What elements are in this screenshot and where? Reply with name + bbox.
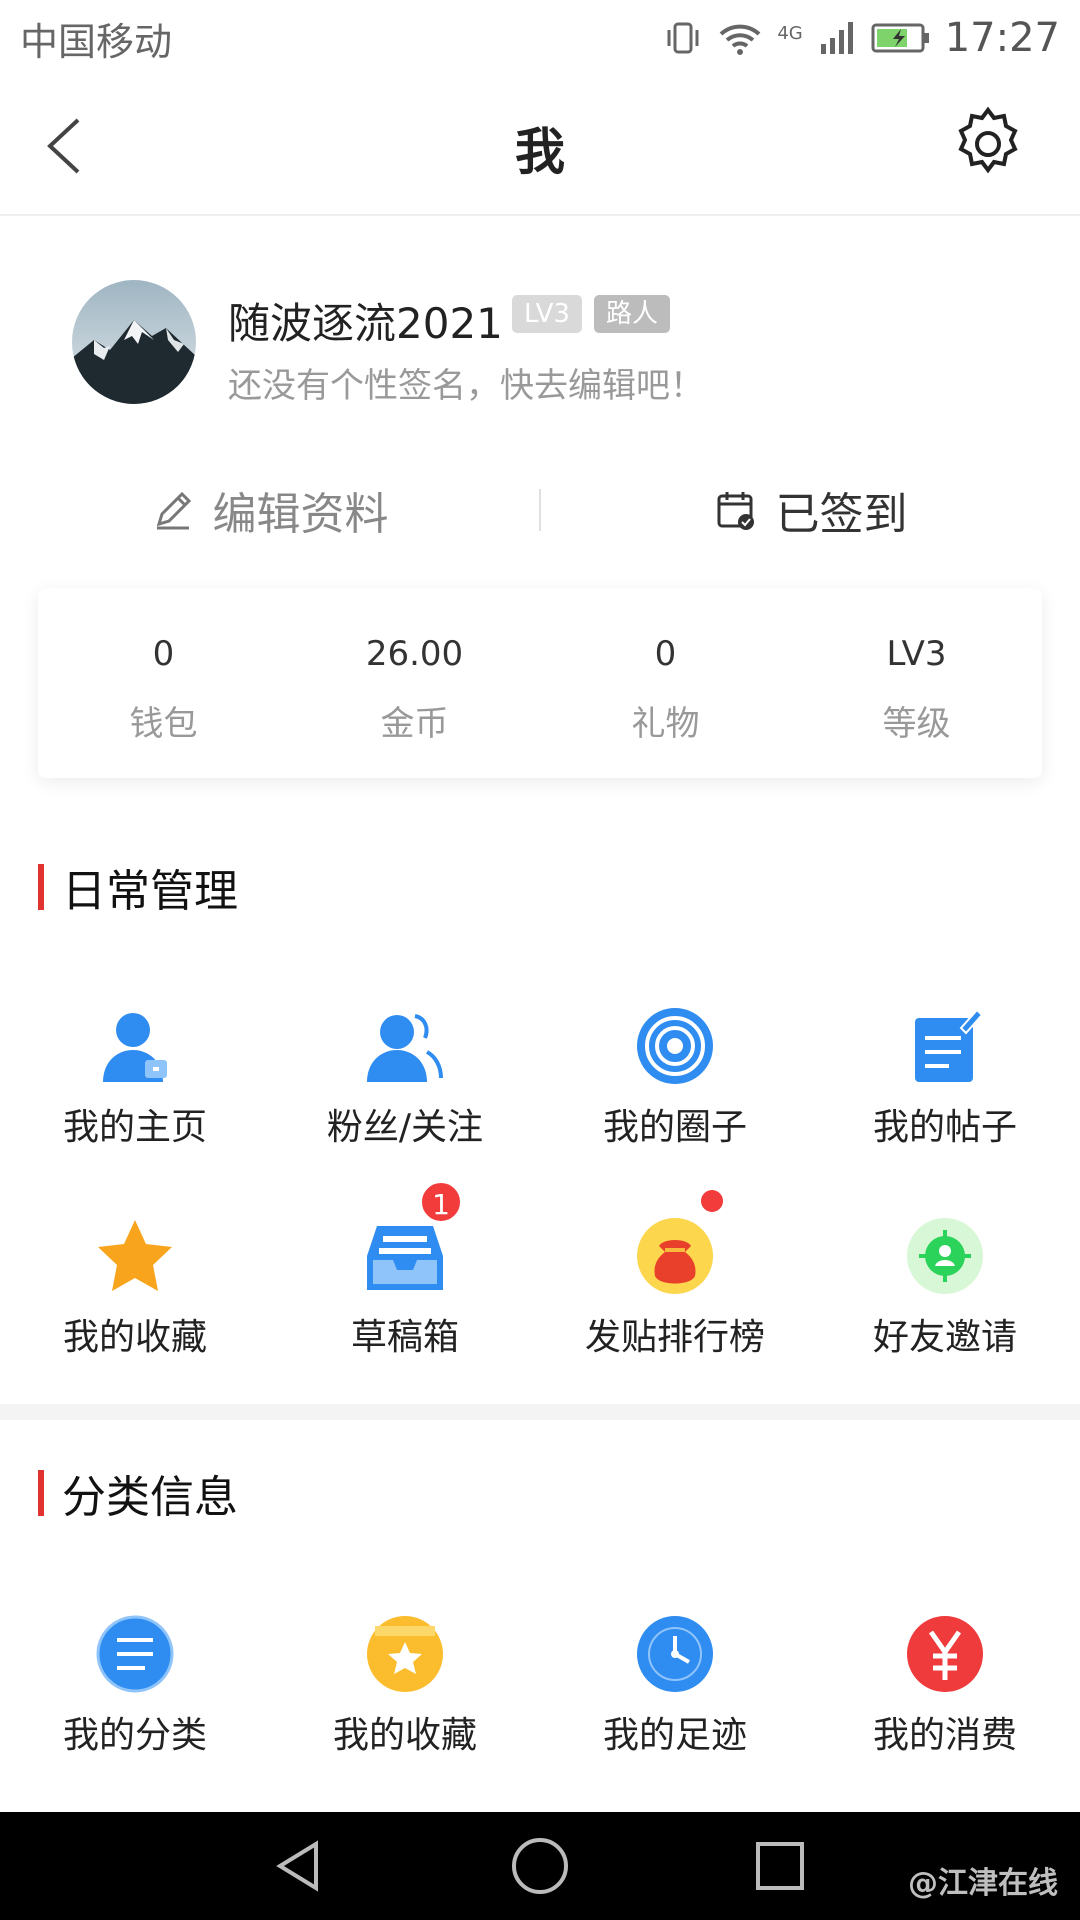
drafts-count-badge: 1: [419, 1180, 463, 1224]
user-home-icon: [103, 1013, 167, 1082]
list-icon: [96, 1615, 174, 1693]
grid-item-my-circles[interactable]: 我的圈子: [540, 1006, 810, 1216]
stat-gifts[interactable]: 0 礼物: [540, 588, 791, 778]
stat-value: 0: [654, 634, 677, 674]
grid-item-label: 我的足迹: [602, 1715, 747, 1756]
stat-level[interactable]: LV3 等级: [791, 588, 1042, 778]
nav-home-icon[interactable]: [510, 1836, 570, 1896]
grid-item-label: 草稿箱: [350, 1317, 459, 1358]
username: 随波逐流2021: [228, 299, 503, 348]
grid-item-invite-friends[interactable]: 好友邀请: [810, 1216, 1080, 1426]
grid-item-label: 我的收藏: [332, 1715, 477, 1756]
grid-item-label: 好友邀请: [872, 1317, 1017, 1358]
grid-item-drafts[interactable]: 1 草稿箱: [270, 1180, 540, 1426]
battery-icon: [871, 23, 929, 53]
grid-item-category-favorites[interactable]: 我的收藏: [270, 1614, 540, 1824]
edit-profile-button[interactable]: 编辑资料: [0, 478, 539, 542]
avatar[interactable]: [72, 280, 196, 404]
grid-item-my-spending[interactable]: 我的消费: [810, 1614, 1080, 1824]
grid-item-my-posts[interactable]: 我的帖子: [810, 1006, 1080, 1216]
grid-item-post-ranking[interactable]: 发贴排行榜: [540, 1190, 810, 1426]
section-title-text: 分类信息: [62, 1472, 238, 1523]
checkin-button[interactable]: 已签到: [541, 478, 1080, 542]
stat-wallet[interactable]: 0 钱包: [38, 588, 289, 778]
new-dot-indicator: [701, 1190, 723, 1212]
status-icons: 4G 17:27: [663, 15, 1060, 61]
grid-item-fans-follow[interactable]: 粉丝/关注: [270, 1006, 540, 1216]
favorite-box-icon: [367, 1616, 443, 1692]
watermark: @江津在线: [908, 1866, 1058, 1901]
edit-profile-label: 编辑资料: [212, 489, 389, 540]
ranking-bag-icon: [637, 1218, 713, 1294]
carrier-name: 中国移动: [20, 19, 173, 64]
grid-item-label: 我的圈子: [602, 1107, 747, 1148]
signature-text[interactable]: 还没有个性签名，快去编辑吧！: [228, 358, 704, 407]
drafts-icon: [367, 1226, 443, 1290]
wifi-icon: [719, 24, 761, 55]
grid-item-label: 我的分类: [62, 1715, 207, 1756]
stat-label: 金币: [380, 704, 449, 744]
stat-label: 礼物: [631, 704, 700, 744]
vibrate-icon: [667, 22, 699, 54]
page-title: 我: [515, 123, 565, 181]
grid-item-label: 粉丝/关注: [326, 1107, 484, 1148]
section-title-category: 分类信息: [38, 1470, 238, 1523]
grid-item-label: 发贴排行榜: [584, 1317, 765, 1358]
gear-icon[interactable]: [948, 104, 1028, 184]
checkin-label: 已签到: [775, 489, 908, 540]
stats-card: 0 钱包 26.00 金币 0 礼物 LV3 等级: [38, 588, 1042, 778]
circle-icon: [637, 1008, 713, 1084]
profile-section: 随波逐流2021 LV3 路人 还没有个性签名，快去编辑吧！: [0, 218, 1080, 438]
stat-coins[interactable]: 26.00 金币: [289, 588, 540, 778]
stat-value: LV3: [886, 634, 947, 674]
top-bar: 我: [0, 76, 1080, 216]
grid-item-my-footprints[interactable]: 我的足迹: [540, 1614, 810, 1824]
star-icon: [98, 1220, 172, 1291]
grid-item-label: 我的收藏: [62, 1317, 207, 1358]
post-icon: [915, 1008, 984, 1082]
level-badge: LV3: [512, 295, 582, 333]
section-accent-bar: [38, 1470, 44, 1516]
profile-actions: 编辑资料 已签到: [0, 470, 1080, 550]
nav-back-icon[interactable]: [270, 1836, 330, 1896]
section-title-text: 日常管理: [62, 866, 238, 917]
grid-item-label: 我的主页: [62, 1107, 207, 1148]
calendar-check-icon: [717, 492, 754, 530]
clock-icon: [637, 1616, 713, 1692]
status-bar: 中国移动 4G 17:27: [0, 0, 1080, 76]
yuan-icon: [907, 1616, 983, 1692]
section-title-daily: 日常管理: [38, 864, 238, 917]
network-type: 4G: [777, 23, 803, 44]
signal-icon: [820, 22, 853, 54]
grid-item-my-homepage[interactable]: 我的主页: [0, 1006, 270, 1216]
system-navigation-bar: @江津在线: [0, 1812, 1080, 1920]
invite-icon: [907, 1218, 983, 1294]
section-accent-bar: [38, 864, 44, 910]
pencil-icon: [156, 491, 191, 530]
stat-value: 0: [152, 634, 175, 674]
role-badge: 路人: [594, 295, 671, 333]
stat-label: 等级: [882, 704, 951, 744]
nav-recents-icon[interactable]: [750, 1836, 810, 1896]
stat-label: 钱包: [129, 704, 198, 744]
grid-item-label: 我的消费: [872, 1715, 1017, 1756]
stat-value: 26.00: [365, 634, 464, 674]
grid-item-my-favorites[interactable]: 我的收藏: [0, 1216, 270, 1426]
category-grid: 我的分类 我的收藏 我的足迹 我的消费: [0, 1614, 1080, 1824]
fans-icon: [367, 1014, 443, 1082]
grid-item-my-categories[interactable]: 我的分类: [0, 1614, 270, 1824]
daily-grid: 我的主页 粉丝/关注 我的圈子 我的帖子 我的收藏 1 草稿箱 发贴排行榜 好友…: [0, 1006, 1080, 1426]
section-separator: [0, 1404, 1080, 1420]
grid-item-label: 我的帖子: [872, 1107, 1017, 1148]
clock-time: 17:27: [944, 15, 1060, 61]
